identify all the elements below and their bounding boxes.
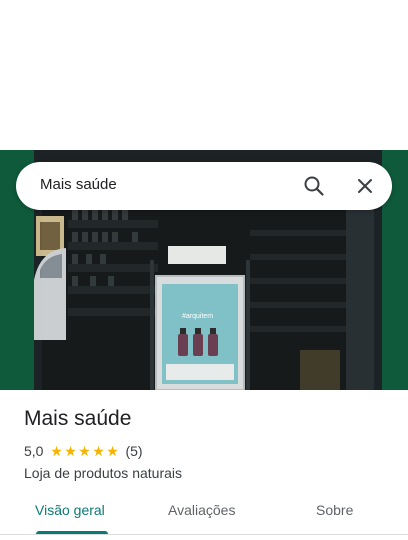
search-bar[interactable]: Mais saúde	[16, 162, 392, 210]
close-icon[interactable]	[353, 174, 377, 198]
tab-overview[interactable]: Visão geral	[35, 502, 105, 518]
search-icon[interactable]	[302, 174, 326, 198]
review-count[interactable]: (5)	[125, 443, 142, 459]
poster-text: #arquitem	[182, 313, 213, 320]
star-rating: ★ ★ ★ ★ ★	[49, 444, 119, 458]
map-blank-area	[0, 0, 408, 150]
star-icon: ★	[92, 443, 105, 459]
place-info: Mais saúde 5,0 ★ ★ ★ ★ ★ (5) Loja de pro…	[24, 405, 394, 483]
star-icon: ★	[64, 443, 77, 459]
star-icon: ★	[106, 443, 119, 459]
tab-about[interactable]: Sobre	[316, 502, 353, 518]
tab-reviews[interactable]: Avaliações	[168, 502, 235, 518]
rating-row[interactable]: 5,0 ★ ★ ★ ★ ★ (5)	[24, 441, 394, 461]
place-title: Mais saúde	[24, 407, 132, 430]
star-icon: ★	[50, 443, 63, 459]
rating-value: 5,0	[24, 443, 44, 459]
place-category[interactable]: Loja de produtos naturais	[24, 463, 394, 483]
tabs-divider	[0, 534, 408, 535]
search-input[interactable]: Mais saúde	[40, 176, 117, 193]
place-tabs: Visão geral Avaliações Sobre	[0, 490, 408, 536]
star-icon: ★	[78, 443, 91, 459]
